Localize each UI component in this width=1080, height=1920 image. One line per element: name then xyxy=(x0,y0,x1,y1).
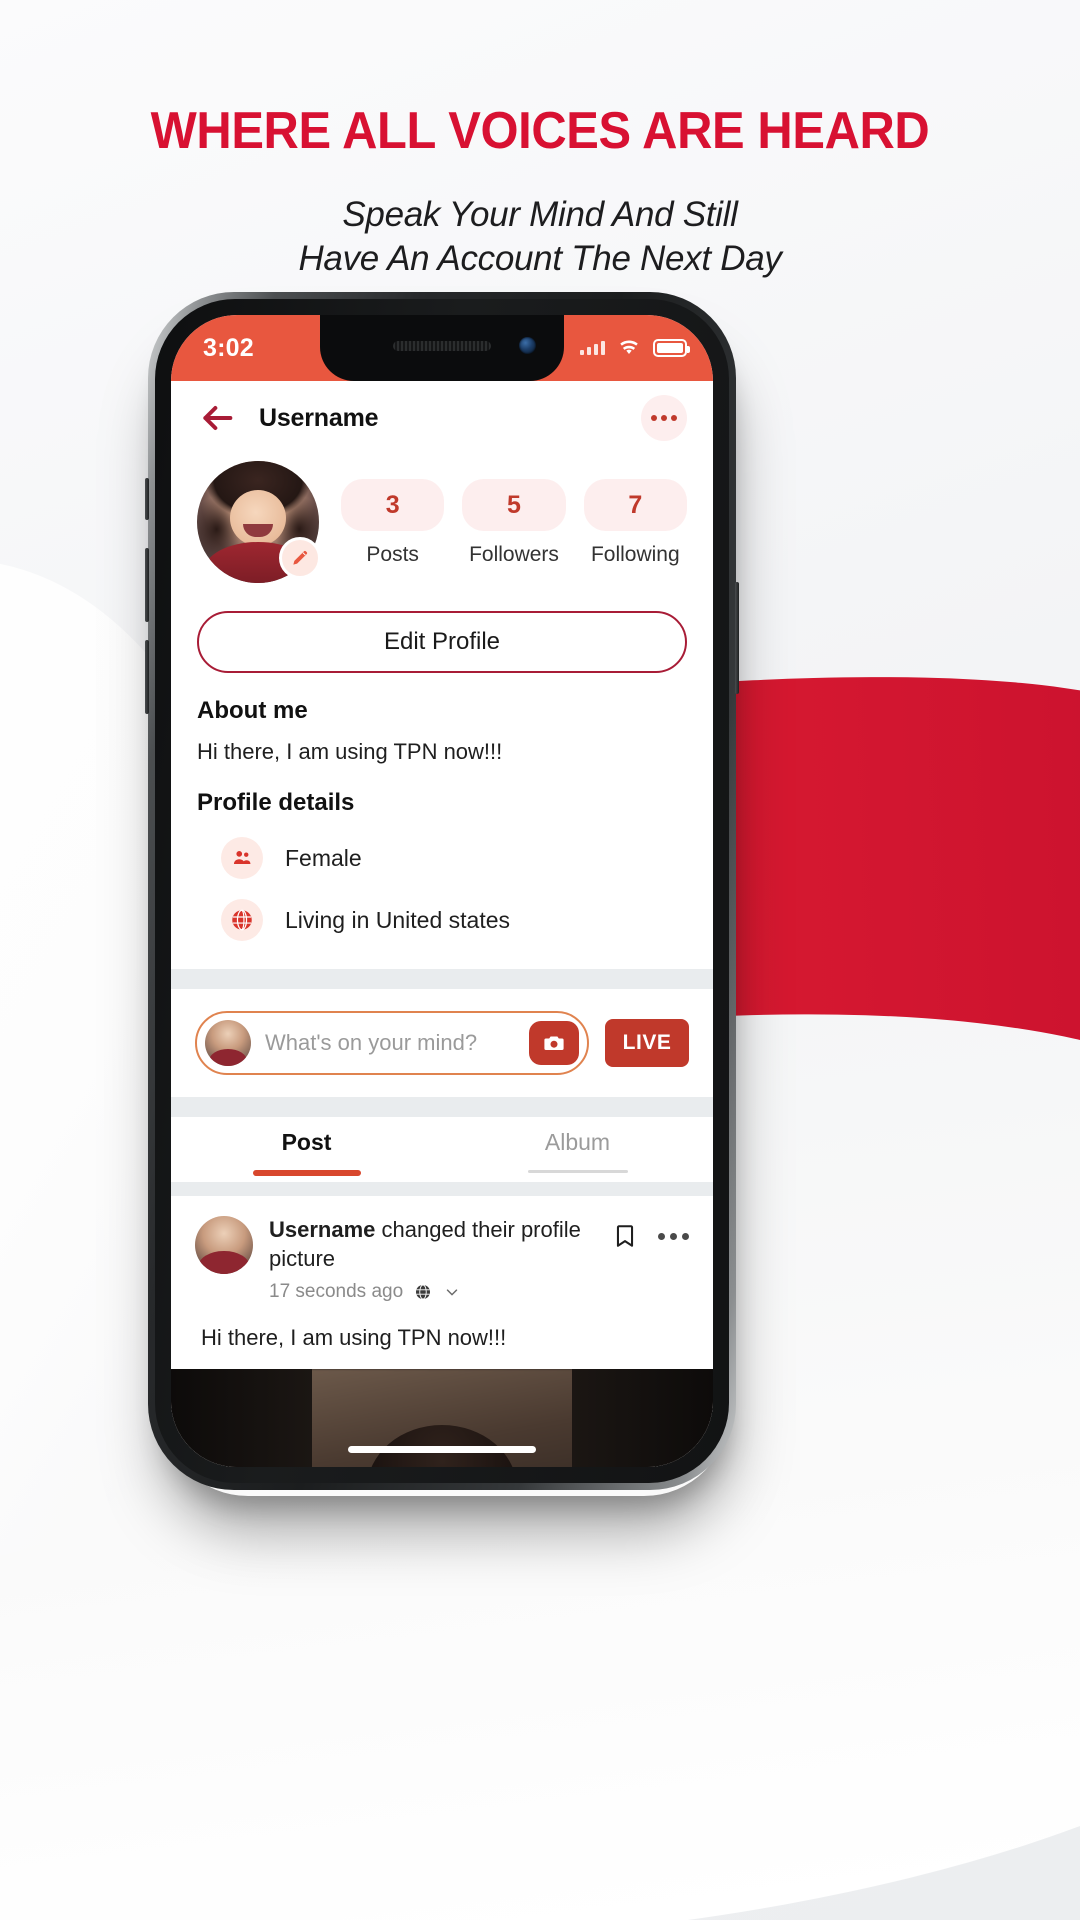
back-arrow-icon[interactable] xyxy=(197,398,237,438)
feed-post: Username changed their profile picture 1… xyxy=(171,1196,713,1467)
signal-bars-icon xyxy=(580,341,605,355)
phone-notch xyxy=(320,315,564,381)
more-options-icon[interactable] xyxy=(641,395,687,441)
composer-placeholder: What's on your mind? xyxy=(265,1030,478,1055)
section-divider-3 xyxy=(171,1182,713,1196)
power-button[interactable] xyxy=(735,582,739,694)
post-subline: 17 seconds ago xyxy=(269,1281,596,1303)
tab-post-label: Post xyxy=(281,1129,332,1155)
post-body-text: Hi there, I am using TPN now!!! xyxy=(201,1325,507,1351)
detail-row-gender: Female xyxy=(221,837,687,879)
post-more-icon[interactable] xyxy=(658,1232,689,1240)
post-header: Username changed their profile picture 1… xyxy=(195,1216,689,1303)
avatar[interactable] xyxy=(197,461,321,583)
app-content: Username 3 Posts 5 Followers 7 Following… xyxy=(171,381,713,1467)
pencil-edit-icon[interactable] xyxy=(279,537,321,579)
profile-stats: 3 Posts 5 Followers 7 Following xyxy=(341,461,687,567)
phone-frame-outer: 3:02 Username 3 Posts 5 Followers 7 Foll… xyxy=(145,292,739,1490)
volume-up-button[interactable] xyxy=(145,548,149,622)
page-title: Username xyxy=(259,403,379,432)
silent-switch[interactable] xyxy=(145,478,149,520)
tab-album-label: Album xyxy=(544,1129,611,1155)
promo-subtitle-line2: Have An Account The Next Day xyxy=(298,239,782,279)
stat-following-value: 7 xyxy=(583,479,687,531)
detail-location-label: Living in United states xyxy=(285,906,511,933)
earpiece-speaker-icon xyxy=(393,341,491,351)
status-bar-icons xyxy=(580,338,690,358)
stat-posts-value: 3 xyxy=(341,479,445,531)
profile-tabs: Post Album xyxy=(171,1117,713,1182)
section-divider-1 xyxy=(171,969,713,989)
stat-following-label: Following xyxy=(590,543,680,566)
battery-icon xyxy=(653,339,690,357)
profile-header: 3 Posts 5 Followers 7 Following xyxy=(171,455,713,583)
bookmark-icon[interactable] xyxy=(612,1220,638,1252)
live-button-label: LIVE xyxy=(622,1031,672,1054)
wifi-icon xyxy=(620,340,638,354)
tab-album-indicator xyxy=(527,1170,628,1173)
phone-frame-inner: 3:02 Username 3 Posts 5 Followers 7 Foll… xyxy=(155,299,729,1483)
tab-post[interactable]: Post xyxy=(171,1129,442,1182)
front-camera-icon xyxy=(519,337,536,354)
promo-subtitle-line1: Speak Your Mind And Still xyxy=(342,194,738,234)
camera-icon[interactable] xyxy=(529,1021,579,1065)
post-author-line: Username changed their profile picture xyxy=(269,1216,596,1273)
promo-subtitle: Speak Your Mind And Still Have An Accoun… xyxy=(0,193,1080,283)
promo-title: WHERE ALL VOICES ARE HEARD xyxy=(150,102,930,160)
section-divider-2 xyxy=(171,1097,713,1117)
about-me-heading: About me xyxy=(197,697,308,724)
post-author-name[interactable]: Username xyxy=(269,1217,375,1242)
detail-gender-label: Female xyxy=(285,844,362,871)
post-composer: What's on your mind? LIVE xyxy=(171,989,713,1097)
gender-icon xyxy=(221,837,263,879)
about-me-text: Hi there, I am using TPN now!!! xyxy=(197,739,503,764)
live-button[interactable]: LIVE xyxy=(605,1019,689,1067)
stat-posts[interactable]: 3 Posts xyxy=(341,479,445,567)
globe-location-icon xyxy=(221,899,263,941)
post-author-avatar[interactable] xyxy=(195,1216,253,1274)
profile-details-heading: Profile details xyxy=(197,789,355,816)
app-bar: Username xyxy=(171,381,713,455)
detail-row-location: Living in United states xyxy=(221,899,687,941)
phone-mockup: 3:02 Username 3 Posts 5 Followers 7 Foll… xyxy=(145,292,739,1490)
composer-avatar xyxy=(205,1020,251,1066)
status-bar-time: 3:02 xyxy=(203,333,254,362)
edit-profile-label: Edit Profile xyxy=(383,628,501,655)
chevron-down-icon[interactable] xyxy=(443,1283,461,1301)
composer-input-box[interactable]: What's on your mind? xyxy=(195,1011,589,1075)
post-actions xyxy=(612,1216,689,1252)
globe-icon xyxy=(416,1284,431,1300)
home-indicator[interactable] xyxy=(348,1446,536,1453)
phone-screen: 3:02 Username 3 Posts 5 Followers 7 Foll… xyxy=(171,315,713,1467)
volume-down-button[interactable] xyxy=(145,640,149,714)
stat-followers-label: Followers xyxy=(469,543,559,566)
edit-profile-button[interactable]: Edit Profile xyxy=(197,611,687,673)
post-meta: Username changed their profile picture 1… xyxy=(269,1216,596,1303)
stat-posts-label: Posts xyxy=(366,543,419,566)
tab-album[interactable]: Album xyxy=(442,1129,713,1182)
tab-post-indicator xyxy=(252,1170,361,1176)
stat-followers-value: 5 xyxy=(462,479,566,531)
promo-header: WHERE ALL VOICES ARE HEARD Speak Your Mi… xyxy=(0,0,1080,282)
stat-followers[interactable]: 5 Followers xyxy=(462,479,566,567)
post-timestamp: 17 seconds ago xyxy=(269,1281,404,1303)
stat-following[interactable]: 7 Following xyxy=(583,479,687,567)
